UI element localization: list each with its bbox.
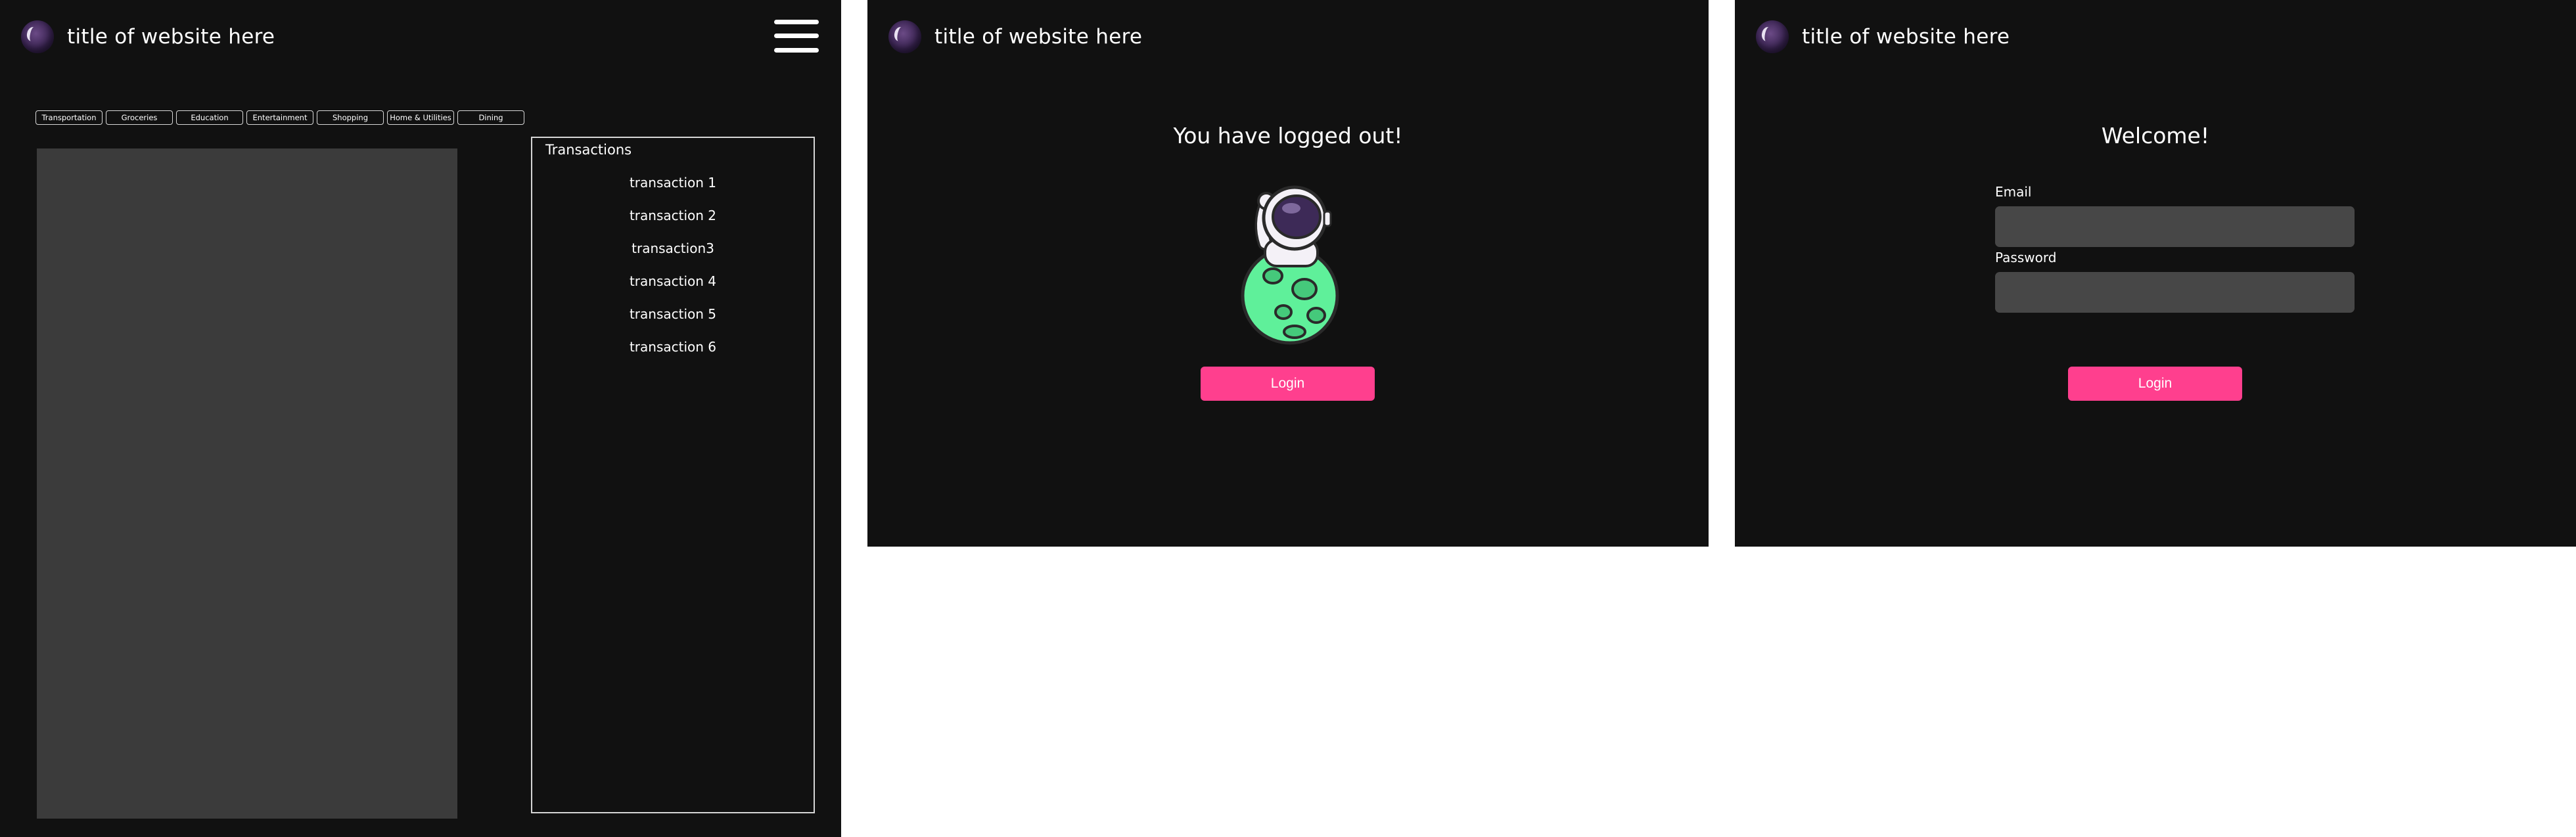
category-tab-home-utilities[interactable]: Home & Utilities xyxy=(387,110,454,125)
login-button[interactable]: Login xyxy=(1201,367,1375,401)
site-title[interactable]: title of website here xyxy=(934,25,1142,49)
category-tab-education[interactable]: Education xyxy=(176,110,243,125)
transaction-item[interactable]: transaction3 xyxy=(532,240,814,273)
category-tab-groceries[interactable]: Groceries xyxy=(106,110,173,125)
transaction-item[interactable]: transaction 2 xyxy=(532,208,814,240)
transactions-title: Transactions xyxy=(545,142,632,158)
transaction-item[interactable]: transaction 1 xyxy=(532,175,814,208)
transaction-item[interactable]: transaction 4 xyxy=(532,273,814,306)
mockup-canvas: title of website here Transportation Gro… xyxy=(0,0,2576,837)
planet-logo-icon[interactable] xyxy=(888,20,921,53)
transactions-list: transaction 1 transaction 2 transaction3… xyxy=(532,175,814,372)
category-tab-transportation[interactable]: Transportation xyxy=(35,110,103,125)
password-label: Password xyxy=(1995,250,2057,265)
transaction-item[interactable]: transaction 6 xyxy=(532,339,814,372)
category-tabs: Transportation Groceries Education Enter… xyxy=(35,110,524,125)
transactions-panel: Transactions transaction 1 transaction 2… xyxy=(531,137,815,813)
login-screen: title of website here Welcome! Email Pas… xyxy=(1735,0,2576,547)
planet-logo-icon[interactable] xyxy=(21,20,54,53)
category-tab-dining[interactable]: Dining xyxy=(457,110,524,125)
email-label: Email xyxy=(1995,184,2032,200)
welcome-heading: Welcome! xyxy=(2101,123,2210,148)
astronaut-on-moon-illustration xyxy=(1241,185,1339,345)
site-title[interactable]: title of website here xyxy=(1802,25,2010,49)
dashboard-screen: title of website here Transportation Gro… xyxy=(0,0,841,837)
logout-heading: You have logged out! xyxy=(1173,123,1403,148)
logout-screen: title of website here You have logged ou… xyxy=(867,0,1709,547)
email-field[interactable] xyxy=(1995,206,2355,247)
hamburger-menu-icon[interactable] xyxy=(774,18,820,54)
transaction-item[interactable]: transaction 5 xyxy=(532,306,814,339)
header: title of website here xyxy=(1756,20,2010,54)
planet-logo-icon[interactable] xyxy=(1756,20,1789,53)
login-button[interactable]: Login xyxy=(2068,367,2242,401)
chart-placeholder xyxy=(37,148,457,819)
header: title of website here xyxy=(888,20,1142,54)
category-tab-entertainment[interactable]: Entertainment xyxy=(246,110,313,125)
password-field[interactable] xyxy=(1995,272,2355,313)
category-tab-shopping[interactable]: Shopping xyxy=(317,110,384,125)
header: title of website here xyxy=(21,20,275,54)
site-title[interactable]: title of website here xyxy=(67,25,275,49)
